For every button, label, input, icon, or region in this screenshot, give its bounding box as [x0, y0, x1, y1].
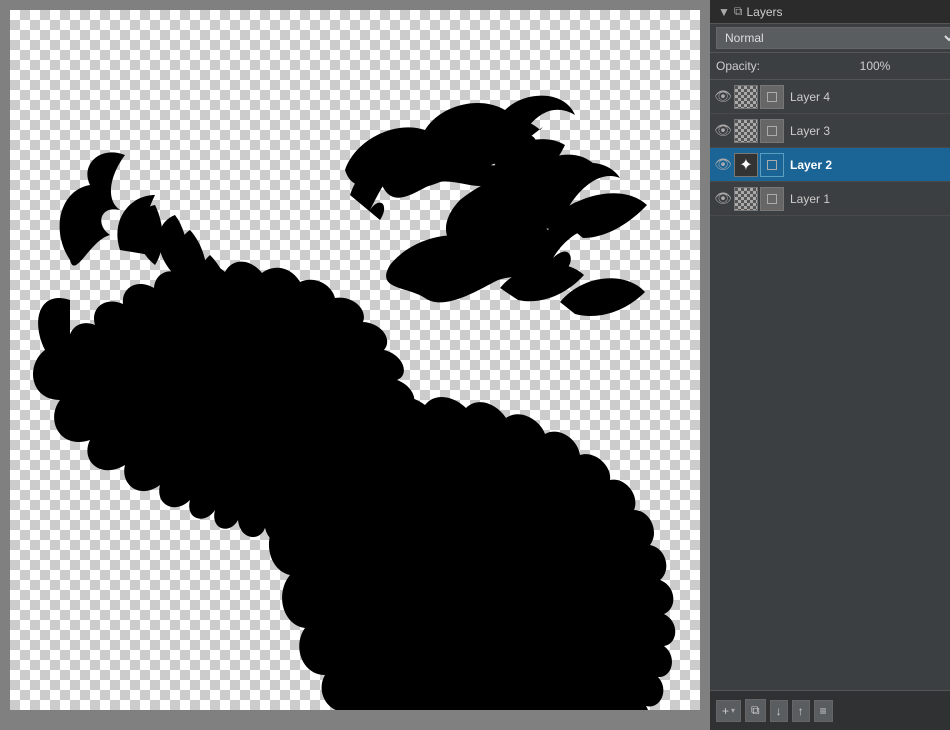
layer-name: Layer 1 [786, 192, 950, 206]
layer-type-thumb [760, 85, 784, 109]
footer-left: + ▾ ⧉ ↓ ↑ ≡ [716, 699, 833, 722]
blend-mode-select[interactable]: Normal [716, 27, 950, 49]
canvas-area [0, 0, 710, 730]
layers-panel: ▼ ⧉ Layers ⊡ ✕ Normal ▽ ▾ Opacity: 100% … [710, 0, 950, 730]
layer-visibility-icon[interactable]: 👁 [714, 190, 732, 208]
layer-thumb-background [735, 120, 757, 142]
layer-row[interactable]: 👁 Layer 4 🔒 α ⊡ [710, 80, 950, 114]
move-down-button[interactable]: ↓ [770, 700, 788, 722]
duplicate-layer-button[interactable]: ⧉ [745, 699, 766, 722]
layer-visibility-icon[interactable]: 👁 [714, 122, 732, 140]
layer-name: Layer 2 [786, 158, 950, 172]
opacity-value: 100% [766, 59, 950, 73]
layer-type-preview [767, 92, 777, 102]
layer-row[interactable]: 👁 Layer 1 🔒 α ⊡ [710, 182, 950, 216]
layers-list: 👁 Layer 4 🔒 α ⊡ 👁 Layer 3 [710, 80, 950, 690]
panel-footer: + ▾ ⧉ ↓ ↑ ≡ 🗑 [710, 690, 950, 730]
layer-type-thumb [760, 119, 784, 143]
panel-collapse-icon[interactable]: ▼ [718, 5, 730, 19]
move-up-button[interactable]: ↑ [792, 700, 810, 722]
layer-visibility-icon[interactable]: 👁 [714, 88, 732, 106]
layer-type-preview [767, 126, 777, 136]
opacity-row: Opacity: 100% ▲ ▼ [710, 53, 950, 80]
layers-icon: ⧉ [734, 4, 743, 19]
layer-thumbnail [734, 85, 758, 109]
layer-type-thumb [760, 153, 784, 177]
layer-thumbnail-special: ✦ [734, 153, 758, 177]
layer-type-preview [767, 194, 777, 204]
opacity-label: Opacity: [716, 59, 760, 73]
add-icon: + [722, 704, 729, 718]
layer-name: Layer 4 [786, 90, 950, 104]
add-layer-button[interactable]: + ▾ [716, 700, 741, 722]
blend-mode-row: Normal ▽ ▾ [710, 24, 950, 53]
layer-row[interactable]: 👁 Layer 3 🔒 α ⊡ [710, 114, 950, 148]
layer-type-thumb [760, 187, 784, 211]
add-chevron-icon: ▾ [731, 706, 735, 715]
layer-name: Layer 3 [786, 124, 950, 138]
settings-icon: ≡ [820, 704, 827, 718]
duplicate-icon: ⧉ [751, 703, 760, 718]
move-up-icon: ↑ [798, 704, 804, 718]
canvas-wrapper [10, 10, 700, 710]
panel-title: Layers [746, 5, 782, 19]
layer-thumbnail [734, 187, 758, 211]
layer-thumb-background [735, 86, 757, 108]
layer-thumb-background [735, 188, 757, 210]
panel-header: ▼ ⧉ Layers ⊡ ✕ [710, 0, 950, 24]
layer-row-active[interactable]: 👁 ✦ Layer 2 🔒 α ⊡ [710, 148, 950, 182]
layer-visibility-icon[interactable]: 👁 [714, 156, 732, 174]
layer-settings-button[interactable]: ≡ [814, 700, 833, 722]
canvas-svg [10, 10, 700, 710]
panel-header-left: ▼ ⧉ Layers [718, 4, 783, 19]
layer-type-preview [767, 160, 777, 170]
layer-thumbnail [734, 119, 758, 143]
move-down-icon: ↓ [776, 704, 782, 718]
